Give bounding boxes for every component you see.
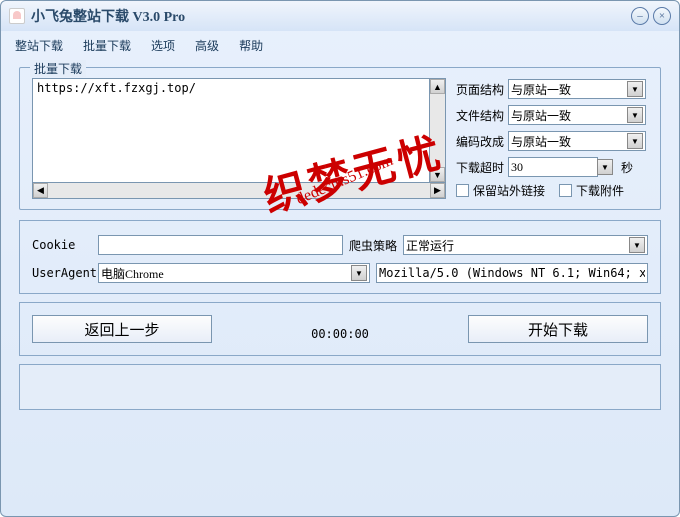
timer-display: 00:00:00 bbox=[212, 317, 468, 341]
download-attach-label: 下载附件 bbox=[576, 182, 624, 199]
window-controls: – × bbox=[631, 7, 671, 25]
menu-help[interactable]: 帮助 bbox=[239, 37, 263, 54]
vertical-scrollbar[interactable]: ▲ ▼ bbox=[430, 78, 446, 183]
batch-fieldset: 批量下载 https://xft.fzxgj.top/ ▲ ▼ ◀ bbox=[19, 67, 661, 210]
chevron-down-icon: ▼ bbox=[627, 107, 643, 123]
app-icon bbox=[9, 8, 25, 24]
cookie-input[interactable] bbox=[98, 235, 343, 255]
menu-full-download[interactable]: 整站下载 bbox=[15, 37, 63, 54]
page-struct-label: 页面结构 bbox=[456, 81, 508, 98]
file-struct-select[interactable]: 与原站一致 ▼ bbox=[508, 105, 646, 125]
timeout-input[interactable] bbox=[511, 160, 595, 175]
menu-advanced[interactable]: 高级 bbox=[195, 37, 219, 54]
action-fieldset: 返回上一步 00:00:00 开始下载 bbox=[19, 302, 661, 356]
ua-input[interactable] bbox=[376, 263, 648, 283]
chevron-down-icon: ▼ bbox=[629, 237, 645, 253]
progress-area bbox=[19, 364, 661, 410]
download-attach-checkbox[interactable] bbox=[559, 184, 572, 197]
chevron-down-icon: ▼ bbox=[627, 133, 643, 149]
chevron-down-icon: ▼ bbox=[627, 81, 643, 97]
encoding-label: 编码改成 bbox=[456, 133, 508, 150]
scroll-right-icon[interactable]: ▶ bbox=[430, 183, 445, 198]
app-window: 小飞兔整站下载 V3.0 Pro – × 整站下载 批量下载 选项 高级 帮助 … bbox=[0, 0, 680, 517]
url-textarea[interactable]: https://xft.fzxgj.top/ bbox=[32, 78, 430, 183]
scroll-track[interactable] bbox=[430, 94, 445, 167]
encoding-select[interactable]: 与原站一致 ▼ bbox=[508, 131, 646, 151]
close-button[interactable]: × bbox=[653, 7, 671, 25]
chevron-down-icon: ▼ bbox=[351, 265, 367, 281]
scroll-left-icon[interactable]: ◀ bbox=[33, 183, 48, 198]
page-struct-select[interactable]: 与原站一致 ▼ bbox=[508, 79, 646, 99]
scroll-up-icon[interactable]: ▲ bbox=[430, 79, 445, 94]
url-input-wrap: https://xft.fzxgj.top/ ▲ ▼ ◀ ▶ bbox=[32, 78, 446, 199]
start-download-button[interactable]: 开始下载 bbox=[468, 315, 648, 343]
minimize-button[interactable]: – bbox=[631, 7, 649, 25]
menu-batch-download[interactable]: 批量下载 bbox=[83, 37, 131, 54]
crawl-select[interactable]: 正常运行 ▼ bbox=[403, 235, 648, 255]
file-struct-label: 文件结构 bbox=[456, 107, 508, 124]
keep-external-label: 保留站外链接 bbox=[473, 182, 545, 199]
window-title: 小飞兔整站下载 V3.0 Pro bbox=[31, 6, 185, 26]
timeout-unit: 秒 bbox=[621, 159, 633, 176]
content-area: 批量下载 https://xft.fzxgj.top/ ▲ ▼ ◀ bbox=[1, 59, 679, 418]
ua-select[interactable]: 电脑Chrome ▼ bbox=[98, 263, 370, 283]
scroll-track-h[interactable] bbox=[48, 183, 430, 198]
menu-options[interactable]: 选项 bbox=[151, 37, 175, 54]
cookie-label: Cookie bbox=[32, 238, 92, 252]
menubar: 整站下载 批量下载 选项 高级 帮助 bbox=[1, 31, 679, 59]
keep-external-checkbox[interactable] bbox=[456, 184, 469, 197]
options-panel: 页面结构 与原站一致 ▼ 文件结构 与原站一致 ▼ bbox=[456, 78, 646, 199]
crawl-label: 爬虫策略 bbox=[349, 237, 397, 254]
titlebar: 小飞兔整站下载 V3.0 Pro – × bbox=[1, 1, 679, 31]
ua-label: UserAgent bbox=[32, 266, 92, 280]
settings-fieldset: Cookie 爬虫策略 正常运行 ▼ UserAgent 电脑Chrome ▼ bbox=[19, 220, 661, 294]
chevron-down-icon[interactable]: ▼ bbox=[597, 159, 613, 175]
batch-legend: 批量下载 bbox=[30, 60, 86, 77]
timeout-input-wrap bbox=[508, 157, 598, 177]
scroll-down-icon[interactable]: ▼ bbox=[430, 167, 445, 182]
horizontal-scrollbar[interactable]: ◀ ▶ bbox=[32, 183, 446, 199]
timeout-label: 下载超时 bbox=[456, 159, 508, 176]
back-button[interactable]: 返回上一步 bbox=[32, 315, 212, 343]
